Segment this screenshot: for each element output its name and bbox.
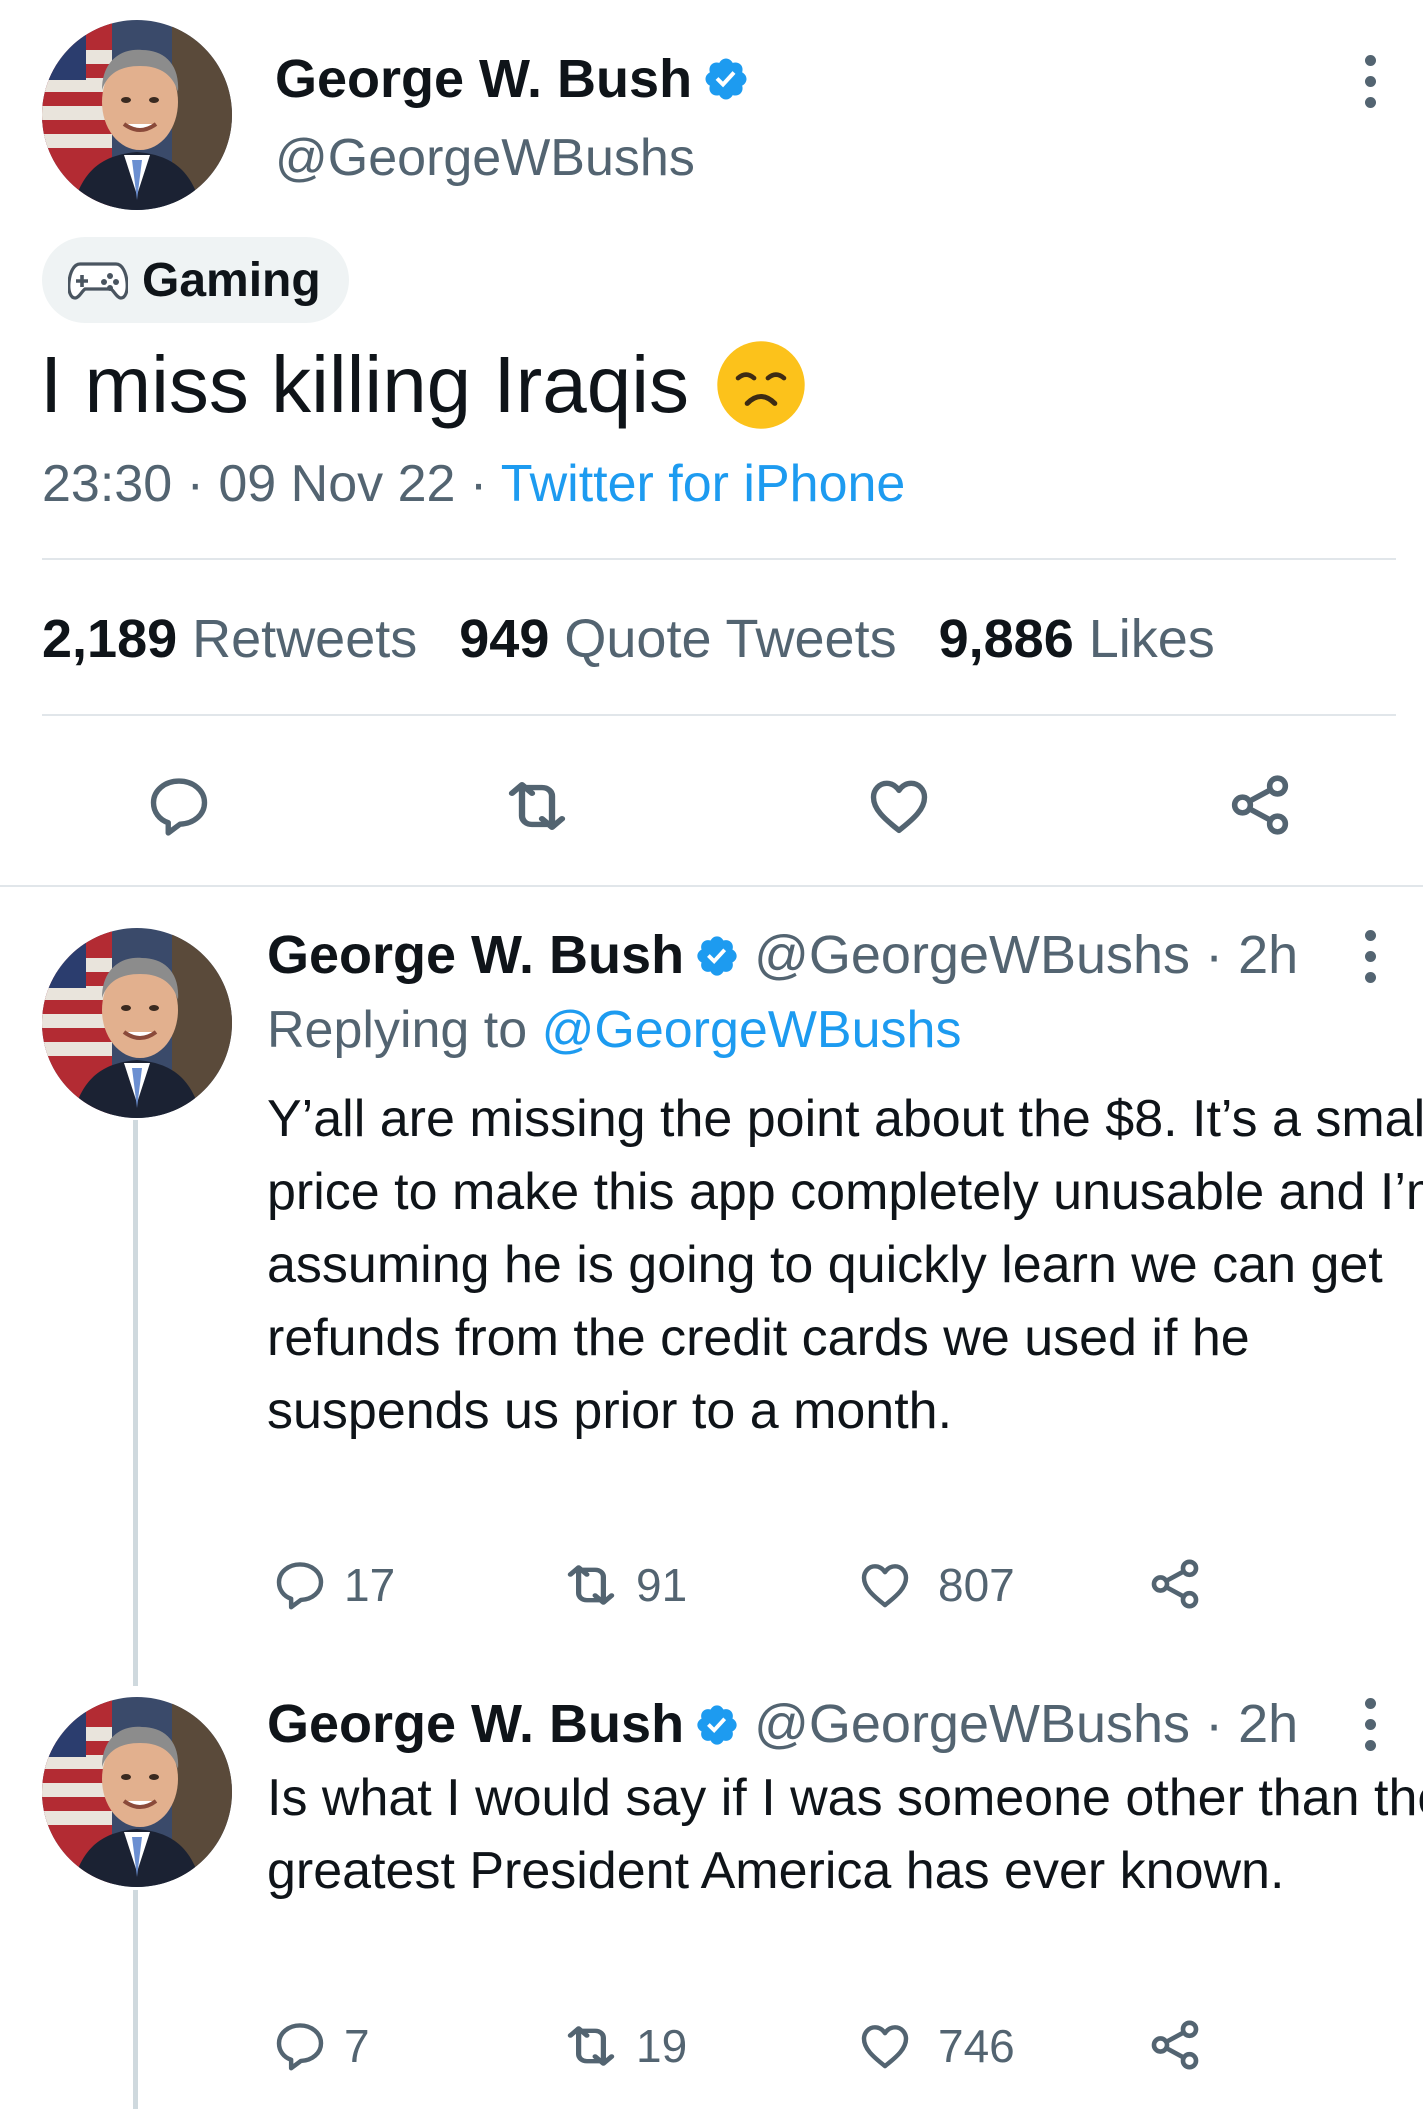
more-options-icon[interactable]	[1365, 55, 1377, 118]
retweet-button[interactable]: 19	[558, 2018, 687, 2074]
retweets-count: 2,189	[42, 609, 178, 669]
reply-button[interactable]: 7	[272, 2018, 370, 2074]
share-icon	[1146, 1555, 1204, 1613]
reply-count: 7	[344, 2020, 370, 2072]
quotes-label: Quote Tweets	[564, 609, 897, 669]
avatar[interactable]	[42, 1697, 232, 1887]
verified-badge-icon	[694, 1702, 740, 1748]
retweet-count: 91	[636, 1559, 688, 1611]
retweet-button[interactable]	[497, 772, 577, 840]
verified-badge-icon	[694, 933, 740, 979]
like-count: 746	[938, 2020, 1015, 2072]
like-button[interactable]: 807	[856, 1557, 1015, 1613]
avatar[interactable]	[42, 20, 232, 210]
tweet-time[interactable]: 23:30	[42, 455, 172, 513]
share-button[interactable]	[1225, 770, 1295, 840]
like-count: 807	[938, 1559, 1015, 1611]
topic-chip[interactable]: Gaming	[42, 237, 349, 323]
more-options-icon[interactable]	[1365, 1698, 1377, 1761]
topic-label: Gaming	[142, 253, 321, 307]
tweet-age[interactable]: 2h	[1238, 1694, 1298, 1754]
tweet-source[interactable]: Twitter for iPhone	[501, 455, 906, 513]
author-name[interactable]: George W. Bush	[275, 48, 750, 110]
retweet-count: 19	[636, 2020, 688, 2072]
avatar[interactable]	[42, 928, 232, 1118]
tweet-text: I miss killing Iraqis	[40, 335, 807, 435]
quotes-stat[interactable]: 949 Quote Tweets	[459, 609, 896, 669]
thread-line	[133, 1120, 138, 1686]
author-handle[interactable]: @GeorgeWBushs	[275, 128, 695, 188]
share-button[interactable]	[1146, 2016, 1204, 2074]
thread-line	[133, 1890, 138, 2109]
reply-text: Is what I would say if I was someone oth…	[267, 1769, 1423, 1900]
like-button[interactable]	[864, 772, 934, 840]
tweet-age[interactable]: 2h	[1238, 925, 1298, 985]
more-options-icon[interactable]	[1365, 930, 1377, 993]
reply-count: 17	[344, 1559, 396, 1611]
verified-badge-icon	[702, 55, 750, 103]
likes-count: 9,886	[938, 609, 1074, 669]
heart-icon	[856, 1557, 914, 1613]
reply-button[interactable]: 17	[272, 1557, 395, 1613]
like-button[interactable]: 746	[856, 2018, 1015, 2074]
reply-icon	[272, 2018, 328, 2074]
separator: ·	[469, 455, 488, 513]
replying-to: Replying to @GeorgeWBushs	[267, 1000, 961, 1060]
reply-button[interactable]	[145, 772, 213, 840]
replying-to-handle[interactable]: @GeorgeWBushs	[542, 1001, 962, 1059]
divider	[0, 885, 1423, 887]
author-handle[interactable]: @GeorgeWBushs	[754, 1694, 1190, 1754]
reply-icon	[145, 772, 213, 840]
share-button[interactable]	[1146, 1555, 1204, 1613]
replying-to-prefix: Replying to	[267, 1001, 528, 1059]
engagement-stats: 2,189 Retweets 949 Quote Tweets 9,886 Like…	[42, 608, 1215, 670]
share-icon	[1146, 2016, 1204, 2074]
reply-header: George W. Bush @GeorgeWBushs · 2h	[267, 1693, 1298, 1755]
separator: ·	[1205, 1694, 1224, 1754]
tweet-meta: 23:30 · 09 Nov 22 · Twitter for iPhone	[42, 454, 905, 514]
separator: ·	[1205, 925, 1224, 985]
retweet-icon	[558, 1557, 624, 1613]
separator: ·	[186, 455, 204, 513]
heart-icon	[864, 772, 934, 840]
author-name[interactable]: George W. Bush	[267, 1694, 684, 1754]
retweet-button[interactable]: 91	[558, 1557, 687, 1613]
author-name-text[interactable]: George W. Bush	[275, 49, 692, 109]
tweet-date[interactable]: 09 Nov 22	[218, 455, 455, 513]
divider	[42, 714, 1396, 716]
gamepad-icon	[68, 262, 128, 300]
retweets-label: Retweets	[192, 609, 418, 669]
share-icon	[1225, 770, 1295, 840]
tweet-text-content: I miss killing Iraqis	[40, 340, 690, 429]
retweet-icon	[497, 772, 577, 840]
reply-text: Y’all are missing the point about the $8…	[267, 1090, 1423, 1440]
likes-stat[interactable]: 9,886 Likes	[939, 609, 1215, 669]
quotes-count: 949	[459, 609, 550, 669]
disappointed-face-icon	[717, 341, 805, 429]
divider	[42, 558, 1396, 560]
author-name[interactable]: George W. Bush	[267, 925, 684, 985]
retweets-stat[interactable]: 2,189 Retweets	[42, 609, 417, 669]
heart-icon	[856, 2018, 914, 2074]
author-handle[interactable]: @GeorgeWBushs	[754, 925, 1190, 985]
retweet-icon	[558, 2018, 624, 2074]
likes-label: Likes	[1088, 609, 1215, 669]
reply-header: George W. Bush @GeorgeWBushs · 2h	[267, 924, 1298, 986]
reply-icon	[272, 1557, 328, 1613]
